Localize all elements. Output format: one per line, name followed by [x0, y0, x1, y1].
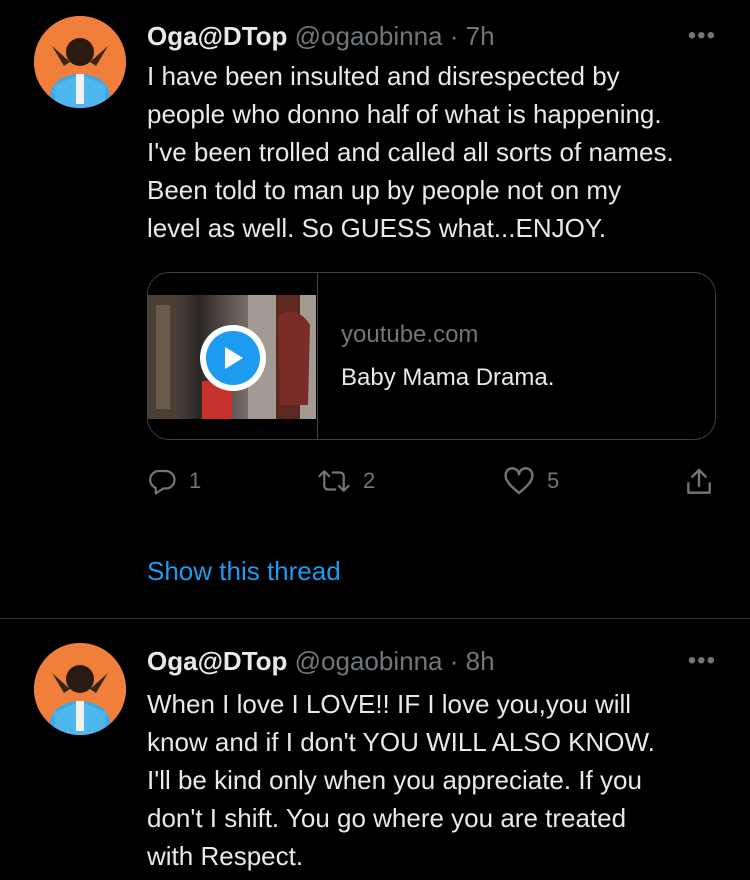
reply-button[interactable]: 1 — [147, 466, 201, 496]
share-button[interactable] — [683, 466, 715, 498]
more-options-icon[interactable]: ••• — [688, 24, 716, 48]
tweet-text: When I love I LOVE!! IF I love you,you w… — [147, 689, 655, 871]
heart-icon — [504, 467, 534, 495]
like-button[interactable]: 5 — [503, 466, 559, 496]
user-handle[interactable]: @ogaobinna — [295, 646, 443, 676]
card-title: Baby Mama Drama. — [341, 364, 555, 391]
avatar[interactable] — [34, 16, 126, 108]
card-domain: youtube.com — [341, 321, 479, 348]
play-button[interactable] — [200, 325, 266, 391]
share-icon — [687, 468, 711, 494]
user-handle[interactable]: @ogaobinna — [295, 21, 443, 51]
retweet-icon — [318, 470, 350, 492]
separator: · — [449, 21, 459, 51]
action-bar: 1 2 5 — [147, 466, 719, 506]
separator: · — [449, 646, 459, 676]
reply-icon — [149, 469, 176, 495]
show-thread-link[interactable]: Show this thread — [147, 556, 341, 587]
video-thumbnail[interactable] — [148, 273, 318, 439]
tweet-text: I have been insulted and disrespected by… — [147, 61, 674, 243]
display-name[interactable]: Oga@DTop — [147, 646, 287, 676]
avatar-image — [34, 643, 126, 735]
timestamp[interactable]: 8h — [466, 646, 495, 676]
like-count: 5 — [547, 468, 560, 493]
timestamp[interactable]: 7h — [466, 21, 495, 51]
reply-count: 1 — [189, 468, 202, 493]
display-name[interactable]: Oga@DTop — [147, 21, 287, 51]
tweet[interactable]: Oga@DTop @ogaobinna · 7h ••• I have been… — [0, 0, 750, 618]
play-icon — [206, 331, 260, 385]
tweet-header: Oga@DTop @ogaobinna · 7h — [147, 20, 495, 52]
avatar[interactable] — [34, 643, 126, 735]
retweet-count: 2 — [363, 468, 376, 493]
avatar-image — [34, 16, 126, 108]
tweet-header: Oga@DTop @ogaobinna · 8h — [147, 645, 495, 677]
link-card[interactable]: youtube.com Baby Mama Drama. — [147, 272, 716, 440]
retweet-button[interactable]: 2 — [317, 466, 375, 496]
more-options-icon[interactable]: ••• — [688, 649, 716, 673]
tweet[interactable]: Oga@DTop @ogaobinna · 8h ••• When I love… — [0, 619, 750, 880]
